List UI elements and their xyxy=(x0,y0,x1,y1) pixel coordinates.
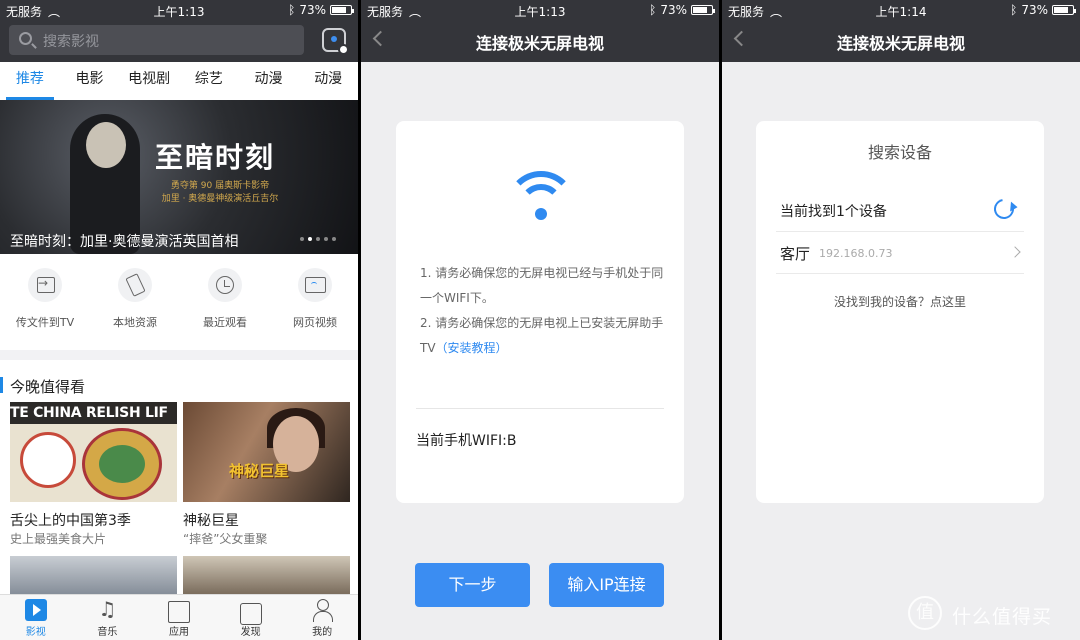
shortcut-recent[interactable]: 最近观看 xyxy=(180,268,270,330)
category-tabs: 推荐 电影 电视剧 综艺 动漫 动漫 xyxy=(0,62,358,100)
nav-music[interactable]: 音乐 xyxy=(72,595,144,640)
status-bar: 无服务 ︵ 上午1:14 ᛒ 73% xyxy=(722,0,1080,20)
battery-icon xyxy=(330,5,354,15)
plate-image xyxy=(82,428,162,500)
page-title: 连接极米无屏电视 xyxy=(475,34,604,53)
divider xyxy=(776,231,1024,232)
next-step-button[interactable]: 下一步 xyxy=(415,563,530,607)
tip-2: 2. 请务必确保您的无屏电视上已安装无屏助手TV（安装教程） xyxy=(420,316,664,355)
poster-china-relish[interactable]: TE CHINA RELISH LIF xyxy=(10,402,177,502)
connect-tv-screen: 连接极米无屏电视 无服务 ︵ 上午1:13 ᛒ 73% 1. 请务必确保您的无屏电视… xyxy=(361,0,719,640)
bluetooth-icon: ᛒ xyxy=(649,3,657,17)
shortcut-row: 传文件到TV 本地资源 最近观看 网页视频 xyxy=(0,254,358,350)
phone-icon xyxy=(118,268,152,302)
card-title: 搜索设备 xyxy=(867,143,932,162)
search-device-screen: 连接极米无屏电视 无服务 ︵ 上午1:14 ᛒ 73% 搜索设备 当前找到1个设备 … xyxy=(722,0,1080,640)
nav-apps[interactable]: 应用 xyxy=(143,595,215,640)
clock-icon xyxy=(208,268,242,302)
shortcut-send-file[interactable]: 传文件到TV xyxy=(0,268,90,330)
carousel-dots xyxy=(300,237,336,241)
plate-image xyxy=(20,432,76,488)
battery-percent: 73% xyxy=(299,3,326,17)
tonight-section: 今晚值得看 TE CHINA RELISH LIF 舌尖上的中国第3季 史上最强… xyxy=(0,360,358,600)
device-not-found-link[interactable]: 没找到我的设备？点这里 xyxy=(756,293,1044,310)
item-title[interactable]: 神秘巨星 xyxy=(183,510,239,530)
video-home-screen: 无服务 ︵ 上午1:13 ᛒ 73% 搜索影视 推荐 电影 电视剧 综艺 动漫 动漫… xyxy=(0,0,358,640)
battery-icon xyxy=(1052,5,1076,15)
item-subtitle: 史上最强美食大片 xyxy=(10,532,107,546)
banner-poster-title: 至暗时刻 xyxy=(155,141,276,174)
wifi-icon xyxy=(506,171,576,223)
banner-poster-subtitle: 勇夺第 90 届奥斯卡影帝 加里 · 奥德曼神级演活丘吉尔 xyxy=(161,181,279,204)
found-count: 当前找到1个设备 xyxy=(780,204,887,220)
search-icon xyxy=(19,32,32,45)
battery-icon xyxy=(691,5,715,15)
shopping-bag-icon xyxy=(167,601,190,623)
refresh-icon[interactable] xyxy=(990,195,1018,223)
ip-connect-button[interactable]: 输入IP连接 xyxy=(549,563,664,607)
current-wifi-label: 当前手机WIFI:B xyxy=(416,433,517,449)
poster-badge-text: 神秘巨星 xyxy=(229,462,290,480)
divider xyxy=(776,273,1024,274)
watermark-logo: 值 xyxy=(908,596,942,630)
connect-tips: 1. 请务必确保您的无屏电视已经与手机处于同一个WIFI下。 2. 请务必确保您… xyxy=(420,261,665,361)
disconnect-icon xyxy=(338,44,349,55)
banner-face-image xyxy=(86,122,126,168)
video-play-icon xyxy=(24,599,47,621)
item-title[interactable]: 舌尖上的中国第3季 xyxy=(10,510,131,530)
status-bar: 无服务 ︵ 上午1:13 ᛒ 73% xyxy=(0,0,358,20)
device-name[interactable]: 客厅 xyxy=(780,243,810,264)
music-note-icon xyxy=(96,597,118,621)
shortcut-local-media[interactable]: 本地资源 xyxy=(90,268,180,330)
search-input[interactable]: 搜索影视 xyxy=(9,25,304,55)
battery-percent: 73% xyxy=(660,3,687,17)
chevron-right-icon[interactable] xyxy=(1009,246,1021,258)
poster-secret-superstar[interactable]: 神秘巨星 xyxy=(183,402,350,502)
cast-device-button[interactable] xyxy=(322,28,349,55)
nav-video[interactable]: 影视 xyxy=(0,595,72,640)
battery-percent: 73% xyxy=(1021,3,1048,17)
tab-anime[interactable]: 动漫 xyxy=(239,62,299,100)
page-title: 连接极米无屏电视 xyxy=(836,34,965,53)
bottom-nav: 影视 音乐 应用 发现 我的 xyxy=(0,594,358,640)
upload-file-icon xyxy=(28,268,62,302)
web-video-icon xyxy=(298,268,332,302)
search-placeholder: 搜索影视 xyxy=(43,34,99,50)
watermark-text: 什么值得买 xyxy=(952,606,1053,628)
bluetooth-icon: ᛒ xyxy=(1010,3,1018,17)
tab-anime-2[interactable]: 动漫 xyxy=(298,62,358,100)
featured-banner[interactable]: 至暗时刻 勇夺第 90 届奥斯卡影帝 加里 · 奥德曼神级演活丘吉尔 至暗时刻：加… xyxy=(0,100,358,254)
section-accent-bar xyxy=(0,377,3,393)
nav-me[interactable]: 我的 xyxy=(286,595,358,640)
banner-caption: 至暗时刻：加里·奥德曼演活英国首相 xyxy=(10,234,239,250)
bluetooth-icon: ᛒ xyxy=(288,3,296,17)
connect-card: 1. 请务必确保您的无屏电视已经与手机处于同一个WIFI下。 2. 请务必确保您… xyxy=(396,121,684,503)
tab-recommend[interactable]: 推荐 xyxy=(0,62,60,100)
divider xyxy=(416,408,664,409)
poster-strip-text: TE CHINA RELISH LIF xyxy=(10,402,177,424)
watermark: 值 什么值得买 xyxy=(908,596,1078,632)
tip-1: 1. 请务必确保您的无屏电视已经与手机处于同一个WIFI下。 xyxy=(420,266,664,305)
item-subtitle: “摔爸”父女重聚 xyxy=(183,532,268,546)
nav-discover[interactable]: 发现 xyxy=(215,595,287,640)
section-title: 今晚值得看 xyxy=(10,378,86,396)
tab-variety[interactable]: 综艺 xyxy=(179,62,239,100)
install-tutorial-link[interactable]: （安装教程） xyxy=(436,341,508,355)
status-bar: 无服务 ︵ 上午1:13 ᛒ 73% xyxy=(361,0,719,20)
tab-movies[interactable]: 电影 xyxy=(60,62,120,100)
device-ip: 192.168.0.73 xyxy=(819,247,893,260)
tv-icon xyxy=(239,603,262,625)
device-search-card: 搜索设备 当前找到1个设备 客厅 192.168.0.73 没找到我的设备？点这… xyxy=(756,121,1044,503)
tab-tv-series[interactable]: 电视剧 xyxy=(119,62,179,100)
user-icon xyxy=(311,599,334,622)
shortcut-web-video[interactable]: 网页视频 xyxy=(270,268,358,330)
